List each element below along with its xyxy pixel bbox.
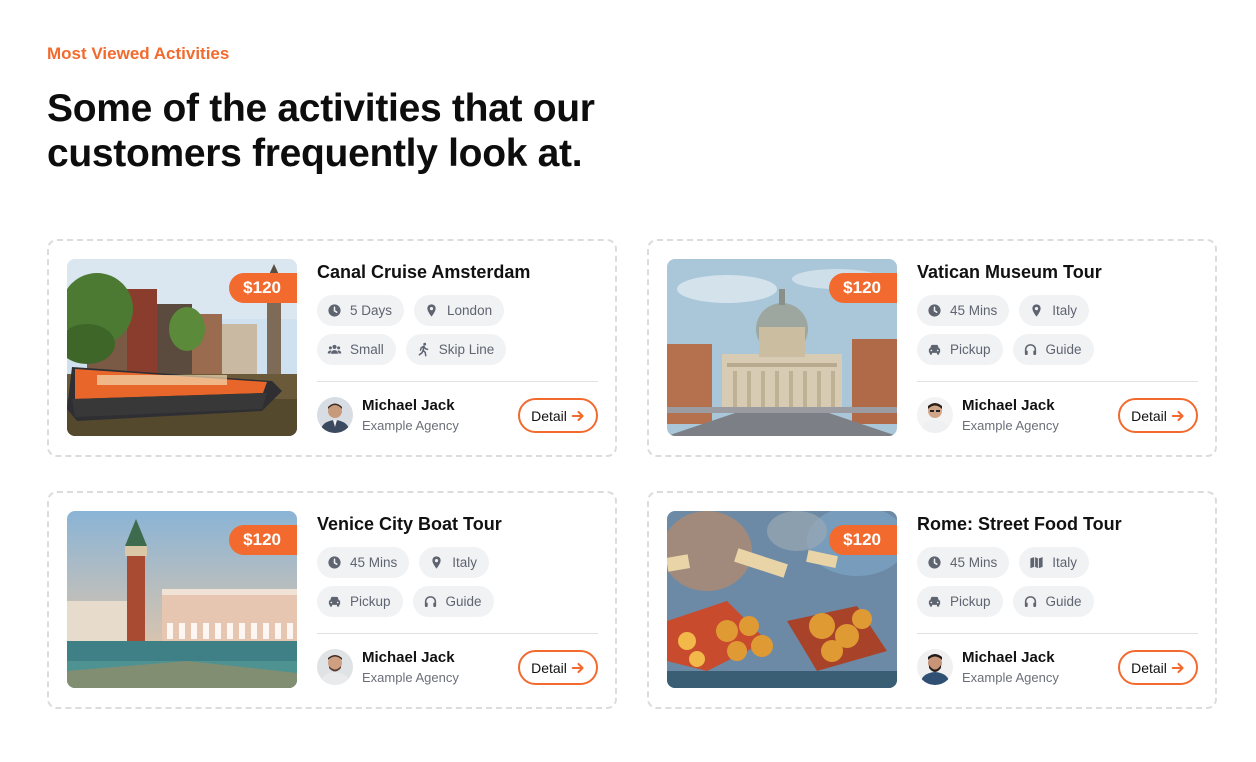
chip-label: 5 Days bbox=[350, 303, 393, 318]
activity-features: 45 Mins Italy Pickup Guide bbox=[317, 547, 607, 625]
location-pin-icon bbox=[424, 303, 439, 318]
avatar[interactable] bbox=[917, 397, 953, 433]
avatar[interactable] bbox=[317, 649, 353, 685]
activity-title[interactable]: Venice City Boat Tour bbox=[317, 514, 502, 535]
duration-chip: 45 Mins bbox=[917, 547, 1010, 578]
chip-label: 45 Mins bbox=[950, 303, 998, 318]
activity-card[interactable]: $120 Venice City Boat Tour 45 Mins Italy… bbox=[47, 491, 617, 709]
pickup-chip: Pickup bbox=[317, 586, 403, 617]
agent-name[interactable]: Michael Jack bbox=[962, 397, 1055, 414]
agency-name: Example Agency bbox=[962, 418, 1059, 433]
chip-label: 45 Mins bbox=[950, 555, 998, 570]
detail-label: Detail bbox=[1131, 659, 1167, 676]
activity-card[interactable]: $120 Vatican Museum Tour 45 Mins Italy P… bbox=[647, 239, 1217, 457]
activity-photo-vatican-museum[interactable]: $120 bbox=[667, 259, 897, 436]
headphones-icon bbox=[1023, 594, 1038, 609]
agent-name[interactable]: Michael Jack bbox=[362, 649, 455, 666]
chip-label: Italy bbox=[452, 555, 478, 570]
detail-button[interactable]: Detail bbox=[1118, 398, 1198, 433]
divider bbox=[917, 633, 1198, 634]
guide-chip: Guide bbox=[1012, 586, 1094, 617]
clock-icon bbox=[327, 555, 342, 570]
agency-name: Example Agency bbox=[962, 670, 1059, 685]
divider bbox=[917, 381, 1198, 382]
car-icon bbox=[927, 342, 942, 357]
agent-name[interactable]: Michael Jack bbox=[362, 397, 455, 414]
duration-chip: 45 Mins bbox=[917, 295, 1010, 326]
detail-label: Detail bbox=[531, 407, 567, 424]
avatar[interactable] bbox=[917, 649, 953, 685]
skip-line-chip: Skip Line bbox=[405, 334, 507, 365]
price-badge: $120 bbox=[829, 273, 897, 303]
car-icon bbox=[927, 594, 942, 609]
agency-name: Example Agency bbox=[362, 418, 459, 433]
group-icon bbox=[327, 342, 342, 357]
group-size-chip: Small bbox=[317, 334, 396, 365]
guide-chip: Guide bbox=[1012, 334, 1094, 365]
location-chip: London bbox=[414, 295, 505, 326]
car-icon bbox=[327, 594, 342, 609]
arrow-right-icon bbox=[1171, 661, 1185, 675]
chip-label: Pickup bbox=[950, 594, 991, 609]
activity-photo-venice-boat[interactable]: $120 bbox=[67, 511, 297, 688]
guide-chip: Guide bbox=[412, 586, 494, 617]
activity-title[interactable]: Canal Cruise Amsterdam bbox=[317, 262, 530, 283]
activity-photo-street-food[interactable]: $120 bbox=[667, 511, 897, 688]
location-chip: Italy bbox=[1019, 547, 1090, 578]
chip-label: Italy bbox=[1052, 555, 1078, 570]
activity-features: 45 Mins Italy Pickup Guide bbox=[917, 295, 1207, 373]
activity-title[interactable]: Rome: Street Food Tour bbox=[917, 514, 1122, 535]
location-pin-icon bbox=[429, 555, 444, 570]
detail-button[interactable]: Detail bbox=[518, 398, 598, 433]
duration-chip: 45 Mins bbox=[317, 547, 410, 578]
activity-card[interactable]: $120 Canal Cruise Amsterdam 5 Days Londo… bbox=[47, 239, 617, 457]
agency-name: Example Agency bbox=[362, 670, 459, 685]
divider bbox=[317, 633, 598, 634]
activity-title[interactable]: Vatican Museum Tour bbox=[917, 262, 1102, 283]
activity-features: 45 Mins Italy Pickup Guide bbox=[917, 547, 1207, 625]
map-icon bbox=[1029, 555, 1044, 570]
chip-label: Guide bbox=[1045, 594, 1082, 609]
price-badge: $120 bbox=[229, 273, 297, 303]
arrow-right-icon bbox=[1171, 409, 1185, 423]
location-chip: Italy bbox=[1019, 295, 1090, 326]
chip-label: Small bbox=[350, 342, 384, 357]
chip-label: 45 Mins bbox=[350, 555, 398, 570]
pickup-chip: Pickup bbox=[917, 586, 1003, 617]
detail-button[interactable]: Detail bbox=[1118, 650, 1198, 685]
detail-button[interactable]: Detail bbox=[518, 650, 598, 685]
clock-icon bbox=[927, 303, 942, 318]
chip-label: Skip Line bbox=[438, 342, 495, 357]
headphones-icon bbox=[423, 594, 438, 609]
clock-icon bbox=[927, 555, 942, 570]
headphones-icon bbox=[1023, 342, 1038, 357]
chip-label: London bbox=[447, 303, 493, 318]
chip-label: Italy bbox=[1052, 303, 1078, 318]
divider bbox=[317, 381, 598, 382]
chip-label: Guide bbox=[445, 594, 482, 609]
location-chip: Italy bbox=[419, 547, 490, 578]
price-badge: $120 bbox=[829, 525, 897, 555]
duration-chip: 5 Days bbox=[317, 295, 405, 326]
chip-label: Pickup bbox=[950, 342, 991, 357]
activity-card[interactable]: $120 Rome: Street Food Tour 45 Mins Ital… bbox=[647, 491, 1217, 709]
location-pin-icon bbox=[1029, 303, 1044, 318]
arrow-right-icon bbox=[571, 409, 585, 423]
price-badge: $120 bbox=[229, 525, 297, 555]
activity-photo-canal-cruise[interactable]: $120 bbox=[67, 259, 297, 436]
clock-icon bbox=[327, 303, 342, 318]
chip-label: Guide bbox=[1045, 342, 1082, 357]
detail-label: Detail bbox=[1131, 407, 1167, 424]
chip-label: Pickup bbox=[350, 594, 391, 609]
detail-label: Detail bbox=[531, 659, 567, 676]
agent-name[interactable]: Michael Jack bbox=[962, 649, 1055, 666]
pickup-chip: Pickup bbox=[917, 334, 1003, 365]
activity-features: 5 Days London Small Skip Line bbox=[317, 295, 607, 373]
arrow-right-icon bbox=[571, 661, 585, 675]
avatar[interactable] bbox=[317, 397, 353, 433]
section-eyebrow: Most Viewed Activities bbox=[47, 44, 230, 63]
section-headline: Some of the activities that our customer… bbox=[47, 87, 595, 175]
walking-person-icon bbox=[416, 342, 431, 357]
